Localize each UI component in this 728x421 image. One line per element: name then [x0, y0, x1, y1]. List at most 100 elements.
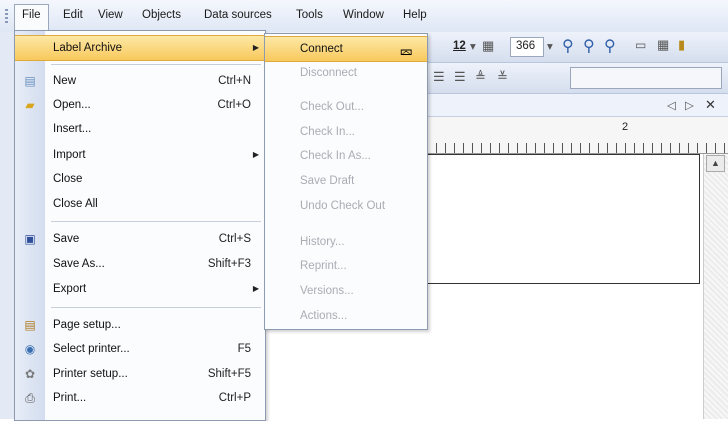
menu-item-label: Close: [53, 173, 83, 185]
menu-item-export[interactable]: Export ▶: [15, 277, 265, 301]
submenu-item-disconnect: Disconnect: [265, 61, 427, 85]
submenu-item-reprint: Reprint...: [265, 254, 427, 278]
align-top-icon[interactable]: ≜: [475, 69, 486, 85]
save-disk-icon: ▣: [24, 232, 36, 246]
menu-separator: [51, 307, 261, 308]
submenu-item-label: Versions...: [300, 285, 354, 297]
menu-item-insert[interactable]: Insert...: [15, 117, 265, 141]
menu-item-shortcut: Ctrl+N: [218, 75, 251, 87]
menu-item-print[interactable]: ⎙ Print... Ctrl+P: [15, 386, 265, 410]
printer-icon: ⎙: [25, 391, 35, 405]
menu-item-printer-setup[interactable]: ✿ Printer setup... Shift+F5: [15, 362, 265, 386]
menu-item-label: Print...: [53, 392, 87, 404]
submenu-item-check-out: Check Out...: [265, 95, 427, 119]
menu-item-select-printer[interactable]: ◉ Select printer... F5: [15, 337, 265, 361]
menu-edit[interactable]: Edit: [63, 9, 83, 21]
scroll-up-icon[interactable]: ▲: [706, 155, 725, 172]
submenu-item-check-in: Check In...: [265, 120, 427, 144]
font-size-dropdown-icon[interactable]: ▾: [470, 39, 476, 53]
menu-tools[interactable]: Tools: [296, 9, 323, 21]
submenu-arrow-icon: ▶: [252, 43, 259, 52]
menu-item-label: Printer setup...: [53, 368, 128, 380]
menu-item-label: Export: [53, 283, 87, 295]
zoom-input[interactable]: 366: [516, 40, 535, 52]
menu-item-new[interactable]: ▤ New Ctrl+N: [15, 69, 265, 93]
menu-item-close[interactable]: Close: [15, 167, 265, 191]
menu-item-label-archive[interactable]: Label Archive ▶: [15, 35, 265, 61]
menu-item-label: Label Archive: [53, 42, 123, 54]
menu-item-import[interactable]: Import ▶: [15, 143, 265, 167]
open-folder-icon: ▰: [25, 98, 35, 112]
window-icon[interactable]: ▭: [635, 38, 646, 52]
menu-item-shortcut: Ctrl+O: [217, 99, 251, 111]
submenu-item-label: Check In As...: [300, 150, 371, 162]
menu-file[interactable]: File: [14, 4, 49, 31]
justify-icon[interactable]: ☰: [454, 69, 466, 85]
menu-data-sources[interactable]: Data sources: [204, 9, 272, 21]
new-document-icon: ▤: [24, 74, 36, 88]
tab-next-icon[interactable]: ▷: [685, 98, 694, 112]
menu-item-label: Open...: [53, 99, 91, 111]
align-middle-icon[interactable]: ≚: [497, 69, 508, 85]
menu-item-save[interactable]: ▣ Save Ctrl+S: [15, 227, 265, 251]
menu-item-label: New: [53, 75, 77, 87]
zoom-dropdown-icon[interactable]: ▾: [547, 39, 553, 53]
submenu-item-save-draft: Save Draft: [265, 169, 427, 193]
menu-objects[interactable]: Objects: [142, 9, 181, 21]
submenu-item-label: Reprint...: [300, 260, 347, 272]
menu-item-shortcut: Ctrl+P: [218, 392, 251, 404]
submenu-item-label: Disconnect: [300, 67, 357, 79]
menu-item-close-all[interactable]: Close All: [15, 192, 265, 216]
printer-setup-icon: ✿: [24, 367, 36, 381]
tool-icon[interactable]: ▮: [678, 37, 685, 53]
vertical-scrollbar[interactable]: [703, 154, 728, 419]
submenu-item-label: Save Draft: [300, 175, 355, 187]
menu-item-label: Import: [53, 149, 86, 161]
menu-item-page-setup[interactable]: ▤ Page setup...: [15, 313, 265, 337]
menu-item-label: Insert...: [53, 123, 92, 135]
submenu-item-label: Undo Check Out: [300, 200, 386, 212]
grid-icon[interactable]: ▦: [657, 37, 669, 53]
font-size-value[interactable]: 12: [453, 40, 466, 52]
submenu-item-label: Actions...: [300, 310, 348, 322]
mouse-pointer-icon: ⮹: [399, 43, 414, 63]
ruler-marker: 2: [622, 121, 629, 133]
zoom-fit-icon[interactable]: ⚲: [604, 36, 616, 56]
menu-item-label: Page setup...: [53, 319, 121, 331]
menu-item-shortcut: F5: [237, 343, 251, 355]
submenu-item-check-in-as: Check In As...: [265, 144, 427, 168]
menubar: File Edit View Objects Data sources Tool…: [0, 0, 728, 33]
menubar-grip[interactable]: [5, 9, 8, 25]
menu-item-label: Save As...: [53, 258, 105, 270]
menu-item-label: Select printer...: [53, 343, 130, 355]
menu-item-label: Close All: [53, 198, 98, 210]
zoom-in-icon[interactable]: ⚲: [562, 36, 574, 56]
submenu-item-undo-check-out: Undo Check Out: [265, 194, 427, 218]
menu-item-open[interactable]: ▰ Open... Ctrl+O: [15, 93, 265, 117]
submenu-item-actions: Actions...: [265, 304, 427, 328]
menu-view[interactable]: View: [98, 9, 123, 21]
label-archive-submenu: Connect Disconnect Check Out... Check In…: [264, 33, 428, 330]
close-icon[interactable]: ✕: [705, 97, 716, 113]
zoom-out-icon[interactable]: ⚲: [583, 36, 595, 56]
tab-prev-icon[interactable]: ◁: [667, 98, 676, 112]
menu-separator: [51, 64, 261, 65]
menu-window[interactable]: Window: [343, 9, 384, 21]
submenu-item-label: Check In...: [300, 126, 355, 138]
file-menu: Label Archive ▶ ▤ New Ctrl+N ▰ Open... C…: [14, 30, 266, 421]
submenu-arrow-icon: ▶: [252, 284, 259, 293]
submenu-item-versions: Versions...: [265, 279, 427, 303]
menu-item-label: Save: [53, 233, 80, 245]
menu-item-shortcut: Shift+F5: [207, 368, 251, 380]
menu-item-shortcut: Ctrl+S: [218, 233, 251, 245]
select-printer-icon: ◉: [24, 342, 36, 356]
align-right-icon[interactable]: ☰: [433, 69, 445, 85]
menu-item-save-as[interactable]: Save As... Shift+F3: [15, 252, 265, 276]
submenu-item-label: Connect: [300, 43, 343, 55]
menu-help[interactable]: Help: [403, 9, 427, 21]
table-icon[interactable]: ▦: [482, 38, 494, 54]
menu-item-shortcut: Shift+F3: [207, 258, 251, 270]
property-input[interactable]: [570, 67, 722, 89]
page-setup-icon: ▤: [24, 318, 36, 332]
submenu-arrow-icon: ▶: [252, 150, 259, 159]
